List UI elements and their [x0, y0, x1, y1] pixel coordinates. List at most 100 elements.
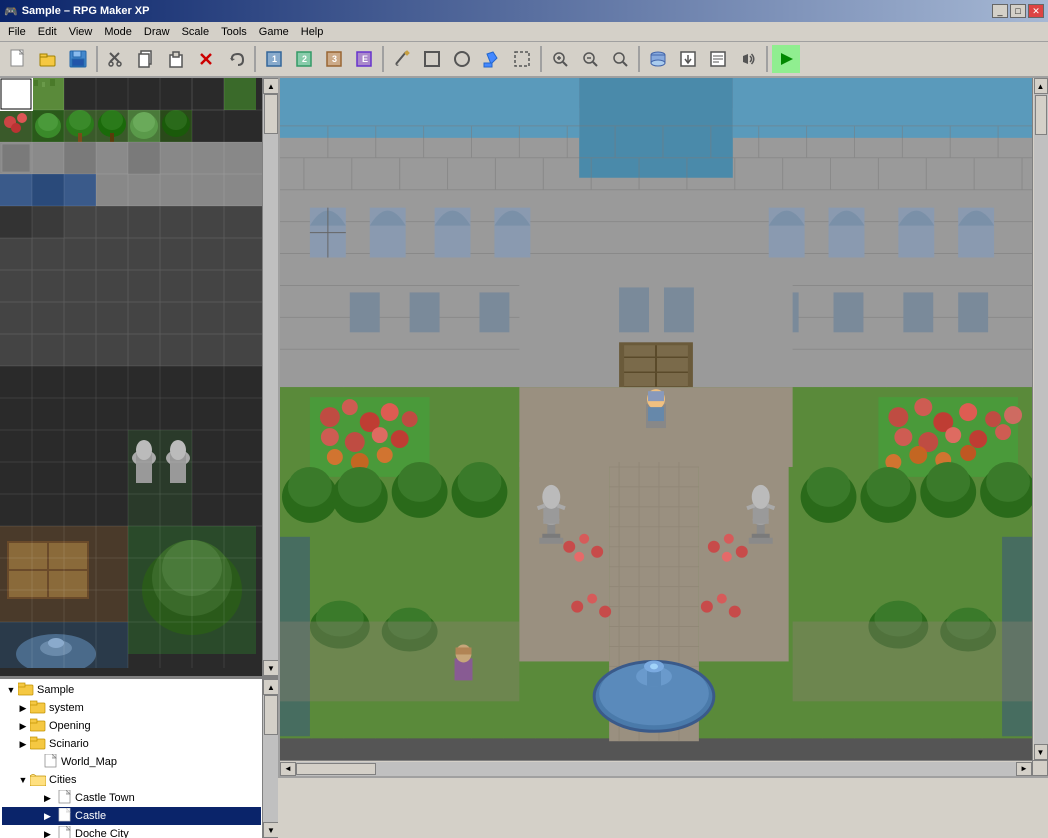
- castle-map-svg: [280, 78, 1032, 760]
- zoom-in-button[interactable]: [546, 45, 574, 73]
- map-area[interactable]: ◄ ► ▲ ▼: [280, 78, 1048, 776]
- titlebar: 🎮 Sample – RPG Maker XP _ □ ✕: [0, 0, 1048, 22]
- castle-expand[interactable]: ▶: [44, 811, 58, 822]
- menu-view[interactable]: View: [63, 24, 99, 40]
- menu-scale[interactable]: Scale: [176, 24, 216, 40]
- scroll-corner: [1032, 760, 1048, 776]
- tree-scroll-thumb[interactable]: [264, 695, 278, 735]
- app-icon: 🎮: [4, 5, 18, 18]
- paste-button[interactable]: [162, 45, 190, 73]
- maximize-button[interactable]: □: [1010, 4, 1026, 18]
- doche-expand[interactable]: ▶: [44, 829, 58, 838]
- vscroll-up[interactable]: ▲: [1034, 78, 1048, 94]
- event-button[interactable]: E: [350, 45, 378, 73]
- hscroll-thumb[interactable]: [296, 763, 376, 775]
- doche-city-doc-icon: [58, 826, 72, 838]
- menu-edit[interactable]: Edit: [32, 24, 63, 40]
- layer3-button[interactable]: 3: [320, 45, 348, 73]
- play-button[interactable]: [772, 45, 800, 73]
- hscroll-track: [296, 762, 1016, 776]
- tree-item-scinario[interactable]: ▶ Scinario: [2, 735, 261, 753]
- fill-button[interactable]: [478, 45, 506, 73]
- audio-button[interactable]: [734, 45, 762, 73]
- tree-item-castle-town[interactable]: ▶ Castle Town: [2, 789, 261, 807]
- script-button[interactable]: [704, 45, 732, 73]
- layer2-button[interactable]: 2: [290, 45, 318, 73]
- tree-label-scinario: Scinario: [49, 738, 89, 750]
- scroll-down-button[interactable]: ▼: [263, 660, 278, 676]
- save-button[interactable]: [64, 45, 92, 73]
- menubar: File Edit View Mode Draw Scale Tools Gam…: [0, 22, 1048, 42]
- toolbar: 1 2 3 E: [0, 42, 1048, 78]
- oval-button[interactable]: [448, 45, 476, 73]
- sep3: [382, 46, 384, 72]
- menu-draw[interactable]: Draw: [138, 24, 176, 40]
- zoom-reset-button[interactable]: [606, 45, 634, 73]
- tree-scroll-up[interactable]: ▲: [263, 679, 278, 695]
- close-button[interactable]: ✕: [1028, 4, 1044, 18]
- window-title: Sample – RPG Maker XP: [22, 5, 150, 17]
- tree-scroll-track: [263, 695, 278, 822]
- world-map-doc-icon: [44, 754, 58, 771]
- menu-tools[interactable]: Tools: [215, 24, 253, 40]
- cut-button[interactable]: [102, 45, 130, 73]
- map-canvas[interactable]: [280, 78, 1032, 760]
- vscroll-thumb[interactable]: [1035, 95, 1047, 135]
- minimize-button[interactable]: _: [992, 4, 1008, 18]
- sep2: [254, 46, 256, 72]
- undo-button[interactable]: [222, 45, 250, 73]
- castle-town-doc-icon: [58, 790, 72, 807]
- expand-opening[interactable]: ▶: [16, 719, 30, 733]
- tree-label-castle: Castle: [75, 810, 106, 822]
- database-button[interactable]: [644, 45, 672, 73]
- svg-text:1: 1: [272, 54, 277, 64]
- menu-game[interactable]: Game: [253, 24, 295, 40]
- menu-mode[interactable]: Mode: [98, 24, 138, 40]
- tree-item-castle[interactable]: ▶ Castle: [2, 807, 261, 825]
- tree-item-system[interactable]: ▶ system: [2, 699, 261, 717]
- expand-cities[interactable]: ▼: [16, 773, 30, 787]
- castle-town-expand[interactable]: ▶: [44, 793, 58, 804]
- tileset-area: ▲ ▼: [0, 78, 278, 678]
- vscroll-down[interactable]: ▼: [1034, 744, 1048, 760]
- tree-content: ▼ Sample ▶ system ▶: [0, 679, 263, 838]
- sep4: [540, 46, 542, 72]
- tileset-canvas[interactable]: [0, 78, 263, 676]
- tree-item-sample[interactable]: ▼ Sample: [2, 681, 261, 699]
- rect-button[interactable]: [418, 45, 446, 73]
- menu-help[interactable]: Help: [295, 24, 330, 40]
- open-button[interactable]: [34, 45, 62, 73]
- delete-button[interactable]: [192, 45, 220, 73]
- tree-item-doche-city[interactable]: ▶ Doche City: [2, 825, 261, 838]
- layer1-button[interactable]: 1: [260, 45, 288, 73]
- zoom-out-button[interactable]: [576, 45, 604, 73]
- scinario-folder-icon: [30, 736, 46, 753]
- tileset-image: [0, 78, 263, 668]
- expand-system[interactable]: ▶: [16, 701, 30, 715]
- tree-scroll-down[interactable]: ▼: [263, 822, 278, 838]
- expand-sample[interactable]: ▼: [4, 683, 18, 697]
- tree-item-cities[interactable]: ▼ Cities: [2, 771, 261, 789]
- tree-item-world-map[interactable]: World_Map: [2, 753, 261, 771]
- scroll-up-button[interactable]: ▲: [263, 78, 278, 94]
- copy-button[interactable]: [132, 45, 160, 73]
- select-button[interactable]: [508, 45, 536, 73]
- tree-scrollbar: ▲ ▼: [262, 679, 278, 838]
- hscroll-right[interactable]: ►: [1016, 762, 1032, 776]
- hscroll-left[interactable]: ◄: [280, 762, 296, 776]
- scroll-thumb[interactable]: [264, 94, 278, 134]
- menu-file[interactable]: File: [2, 24, 32, 40]
- tree-label-world-map: World_Map: [61, 756, 117, 768]
- tree-panel: ▲ ▼ ▼ Sample ▶: [0, 678, 278, 838]
- cities-folder-icon: [30, 772, 46, 789]
- tree-item-opening[interactable]: ▶ Opening: [2, 717, 261, 735]
- export-button[interactable]: [674, 45, 702, 73]
- new-button[interactable]: [4, 45, 32, 73]
- tree-label-opening: Opening: [49, 720, 91, 732]
- sep6: [766, 46, 768, 72]
- main-content: ▲ ▼: [0, 78, 1048, 776]
- svg-text:2: 2: [302, 54, 307, 64]
- expand-scinario[interactable]: ▶: [16, 737, 30, 751]
- pencil-button[interactable]: [388, 45, 416, 73]
- map-vscroll: ▲ ▼: [1032, 78, 1048, 760]
